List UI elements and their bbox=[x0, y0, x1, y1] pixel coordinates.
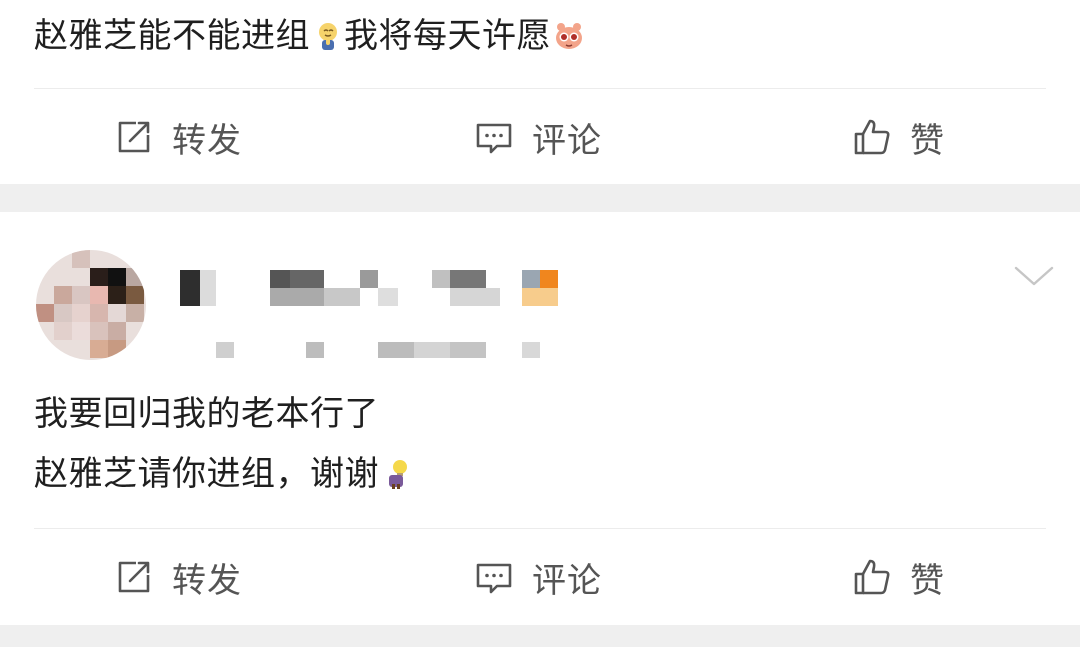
avatar[interactable] bbox=[36, 250, 146, 360]
post-1-text: 赵雅芝能不能进组 我将每天许愿 bbox=[34, 6, 585, 66]
chevron-down-icon[interactable] bbox=[1012, 258, 1056, 294]
praying-emoji bbox=[319, 23, 337, 50]
post-2-action-bar: 转发 评论 赞 bbox=[0, 529, 1080, 625]
repost-label: 转发 bbox=[172, 560, 242, 601]
post-1-text-part-1: 赵雅芝能不能进组 bbox=[34, 16, 310, 56]
post-2-line-1: 我要回归我的老本行了 bbox=[34, 394, 379, 434]
post-separator bbox=[0, 184, 1080, 212]
comment-button[interactable]: 评论 bbox=[474, 89, 602, 185]
post-2-line-2: 赵雅芝请你进组，谢谢 bbox=[34, 454, 379, 494]
comment-icon bbox=[476, 563, 512, 594]
like-button[interactable]: 赞 bbox=[852, 89, 945, 185]
username-blurred[interactable] bbox=[180, 270, 560, 306]
repost-icon bbox=[118, 561, 150, 593]
pleading-emoji bbox=[556, 23, 582, 49]
post-1-action-bar: 转发 评论 赞 bbox=[0, 89, 1080, 185]
comment-button[interactable]: 评论 bbox=[474, 529, 602, 625]
bulb-head-emoji bbox=[389, 460, 407, 489]
like-button[interactable]: 赞 bbox=[852, 529, 945, 625]
repost-label: 转发 bbox=[172, 120, 242, 161]
repost-button[interactable]: 转发 bbox=[114, 529, 242, 625]
repost-button[interactable]: 转发 bbox=[114, 89, 242, 185]
post-separator bbox=[0, 625, 1080, 647]
comment-label: 评论 bbox=[532, 560, 602, 601]
post-meta-blurred bbox=[216, 342, 546, 358]
thumbs-up-icon bbox=[854, 559, 890, 595]
like-label: 赞 bbox=[910, 120, 945, 161]
repost-icon bbox=[118, 121, 150, 153]
thumbs-up-icon bbox=[854, 119, 890, 155]
feed: 赵雅芝能不能进组 我将每天许愿 转发 评论 赞 我要回归我的老本行了 赵雅芝请你… bbox=[0, 0, 1080, 647]
comment-icon bbox=[476, 123, 512, 154]
comment-label: 评论 bbox=[532, 120, 602, 161]
post-2-text: 我要回归我的老本行了 赵雅芝请你进组，谢谢 bbox=[34, 384, 413, 504]
like-label: 赞 bbox=[910, 560, 945, 601]
post-1-text-part-2: 我将每天许愿 bbox=[344, 16, 551, 56]
